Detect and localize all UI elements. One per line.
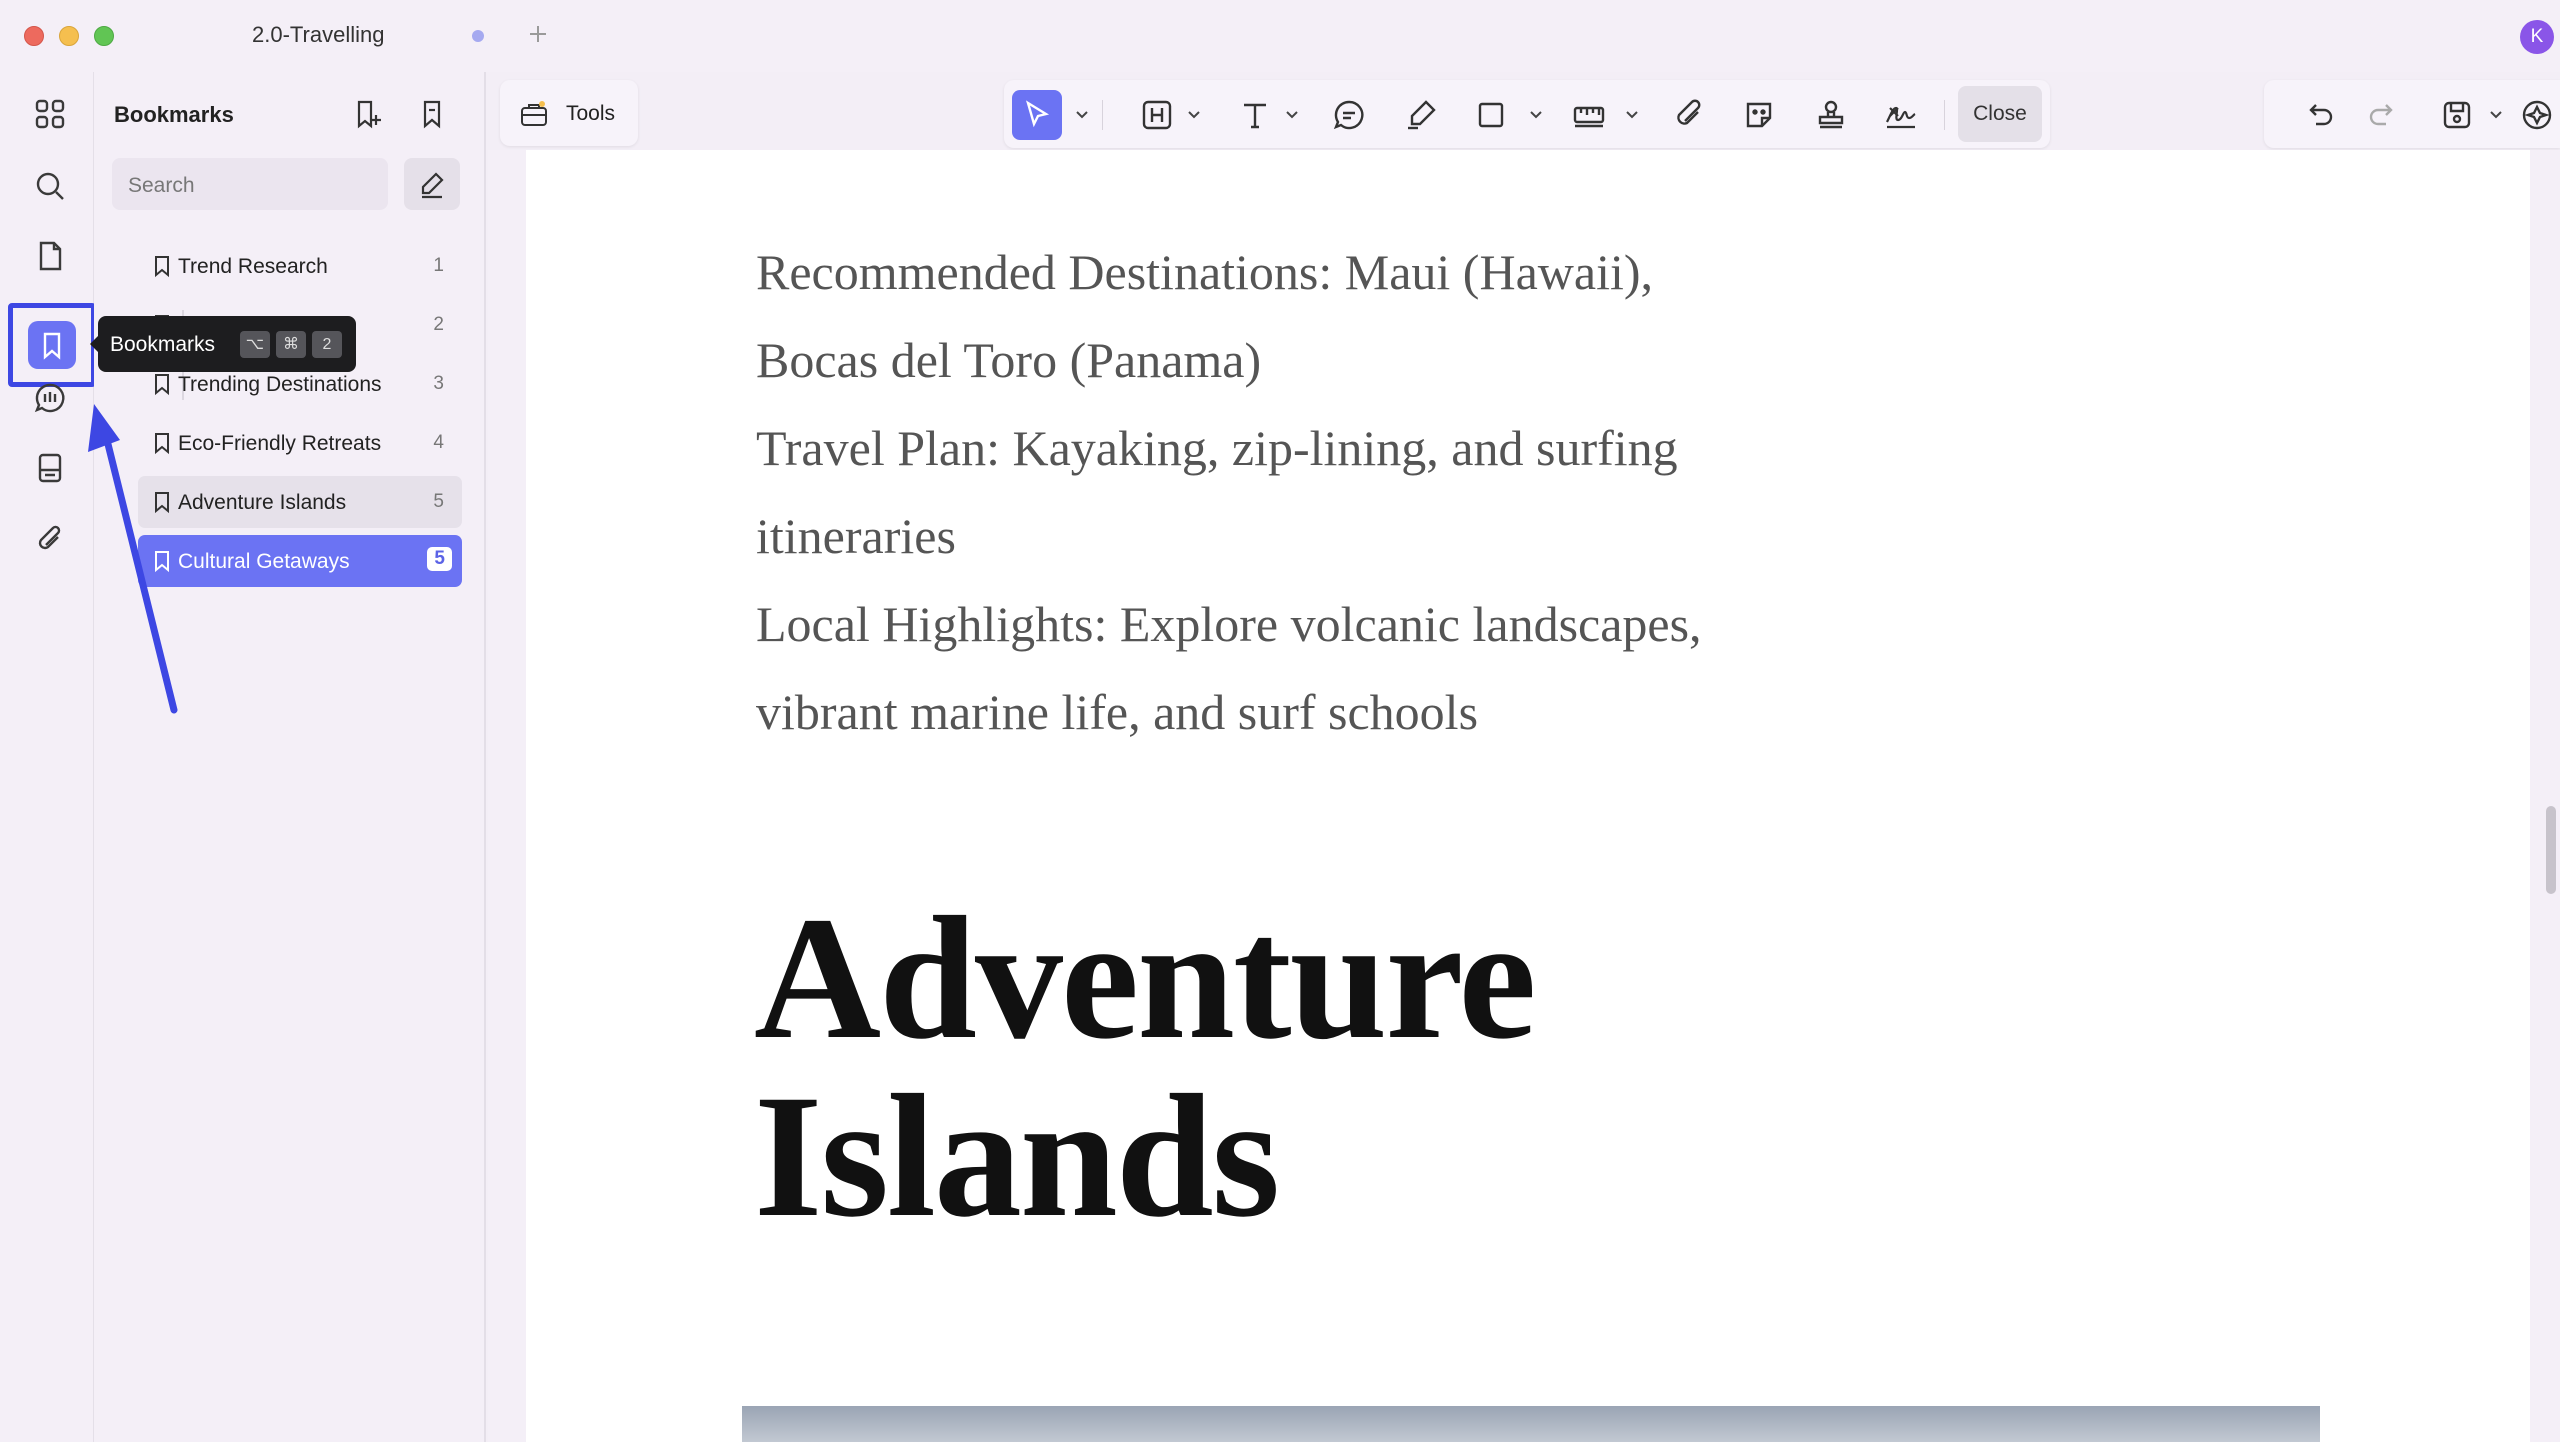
bookmarks-panel: Bookmarks Search Trend Research 1 2 Tren…: [94, 72, 486, 1442]
bookmark-icon: [155, 374, 169, 396]
new-tab-plus-icon[interactable]: [522, 18, 554, 50]
bookmark-icon: [155, 256, 169, 278]
edit-bookmarks-button[interactable]: [404, 158, 460, 210]
left-icon-rail: [0, 72, 96, 1442]
chevron-down-icon[interactable]: [1284, 106, 1300, 122]
select-tool-icon[interactable]: [1012, 90, 1062, 140]
panel-title: Bookmarks: [114, 102, 234, 127]
attachment-icon[interactable]: [24, 514, 76, 566]
tooltip-arrow: [90, 336, 98, 352]
bookmark-icon[interactable]: [28, 321, 76, 369]
vertical-scrollbar[interactable]: [2546, 806, 2556, 894]
bookmark-item[interactable]: Eco-Friendly Retreats 4: [138, 417, 462, 469]
search-icon[interactable]: [24, 160, 76, 212]
user-avatar[interactable]: K: [2520, 20, 2554, 54]
toolbar-divider: [1102, 100, 1103, 130]
shortcut-key-option: ⌥: [240, 331, 270, 358]
bookmarks-tooltip: Bookmarks ⌥ ⌘ 2: [90, 316, 356, 372]
shape-tool-icon[interactable]: [1466, 90, 1516, 140]
bookmark-page-number: 2: [433, 314, 444, 335]
document-actions-toolbar: [2264, 80, 2560, 148]
section-heading: Adventure Islands: [754, 881, 1537, 1254]
stamp-tool-icon[interactable]: [1806, 90, 1856, 140]
chevron-down-icon[interactable]: [1624, 106, 1640, 122]
bookmark-item-selected[interactable]: Cultural Getaways 5: [138, 535, 462, 587]
toolbox-icon: [521, 101, 547, 126]
signature-tool-icon[interactable]: [1876, 90, 1926, 140]
bookmark-label: Adventure Islands: [178, 491, 347, 514]
redo-icon[interactable]: [2358, 90, 2408, 140]
minimize-window-button[interactable]: [59, 26, 79, 46]
highlighter-tool-icon[interactable]: [1396, 90, 1446, 140]
document-body-text: Recommended Destinations: Maui (Hawaii),…: [756, 228, 1702, 756]
close-window-button[interactable]: [24, 26, 44, 46]
tools-button[interactable]: Tools: [500, 80, 638, 146]
bookmark-page-number: 4: [433, 432, 444, 453]
sticker-tool-icon[interactable]: [1734, 90, 1784, 140]
close-toolbar-button[interactable]: Close: [1958, 86, 2042, 142]
bookmark-icon: [155, 551, 169, 573]
bookmark-page-number: 3: [433, 373, 444, 394]
stamp-tray-icon[interactable]: [24, 442, 76, 494]
bookmark-search-input[interactable]: Search: [112, 158, 388, 210]
bookmark-page-number: 1: [433, 255, 444, 276]
bookmark-page-number: 5: [433, 491, 444, 512]
document-tab-title[interactable]: 2.0-Travelling: [252, 22, 384, 48]
shortcut-key-command: ⌘: [276, 331, 306, 358]
document-line: vibrant marine life, and surf schools: [756, 684, 1479, 740]
shortcut-key-2: 2: [312, 331, 342, 358]
ai-assistant-icon[interactable]: [24, 372, 76, 424]
chevron-down-icon[interactable]: [1186, 106, 1202, 122]
document-line: Recommended Destinations: Maui (Hawaii),: [756, 244, 1653, 300]
tooltip-label: Bookmarks: [110, 333, 216, 356]
document-line: Local Highlights: Explore volcanic lands…: [756, 596, 1702, 652]
bookmark-icon: [155, 492, 169, 514]
heading-line: Adventure: [754, 881, 1537, 1076]
heading-line: Islands: [754, 1059, 1280, 1254]
attach-file-tool-icon[interactable]: [1664, 90, 1714, 140]
bookmark-label: Trending Destinations: [178, 373, 382, 396]
pages-icon[interactable]: [24, 230, 76, 282]
add-bookmark-icon[interactable]: [348, 94, 388, 134]
zoom-window-button[interactable]: [94, 26, 114, 46]
bookmark-label: Eco-Friendly Retreats: [178, 432, 382, 455]
comment-tool-icon[interactable]: [1324, 90, 1374, 140]
chevron-down-icon[interactable]: [1074, 106, 1090, 122]
document-line: Travel Plan: Kayaking, zip-lining, and s…: [756, 420, 1678, 476]
annotation-toolbar: Close: [1004, 80, 2050, 148]
chevron-down-icon[interactable]: [1528, 106, 1544, 122]
tools-label: Tools: [566, 102, 616, 125]
pencil-icon: [421, 172, 444, 199]
unsaved-dot-icon: [472, 30, 484, 42]
document-viewport[interactable]: Recommended Destinations: Maui (Hawaii),…: [488, 150, 2560, 1442]
bookmark-label: Cultural Getaways: [178, 550, 350, 573]
document-line: itineraries: [756, 508, 956, 564]
bookmark-item[interactable]: Trend Research 1: [138, 240, 462, 292]
apps-icon[interactable]: [24, 88, 76, 140]
measure-tool-icon[interactable]: [1564, 90, 1614, 140]
bookmark-label: Trend Research: [178, 255, 328, 278]
text-tool-icon[interactable]: [1230, 90, 1280, 140]
title-bar: 2.0-Travelling K: [0, 0, 2560, 72]
heading-tool-icon[interactable]: [1132, 90, 1182, 140]
bookmark-page-number: 5: [427, 547, 452, 571]
undo-icon[interactable]: [2294, 90, 2344, 140]
document-image: [742, 1406, 2320, 1442]
bookmark-icon: [155, 433, 169, 455]
bookmark-options-icon[interactable]: [412, 94, 452, 134]
document-line: Bocas del Toro (Panama): [756, 332, 1262, 388]
toolbar-divider: [1944, 100, 1945, 130]
chevron-down-icon[interactable]: [2488, 106, 2504, 122]
document-page[interactable]: Recommended Destinations: Maui (Hawaii),…: [526, 150, 2530, 1442]
save-icon[interactable]: [2432, 90, 2482, 140]
bookmark-item[interactable]: Adventure Islands 5: [138, 476, 462, 528]
ai-sync-icon[interactable]: [2512, 90, 2560, 140]
